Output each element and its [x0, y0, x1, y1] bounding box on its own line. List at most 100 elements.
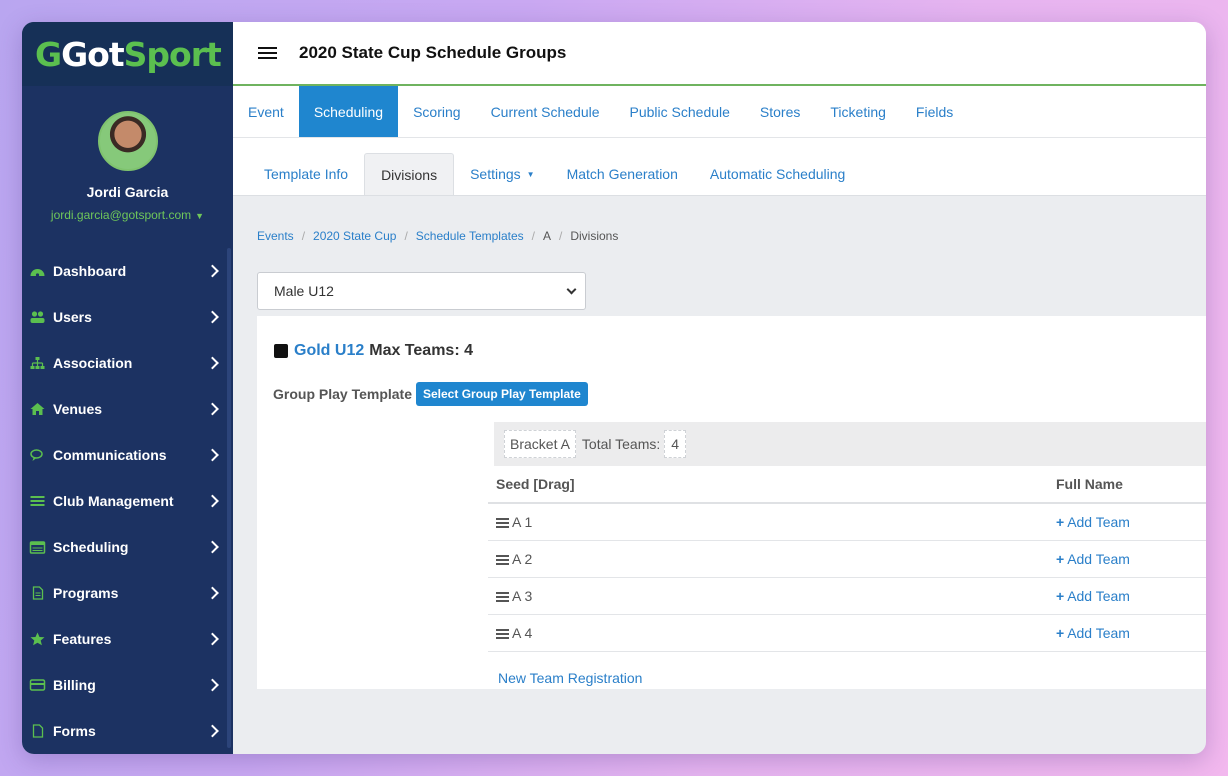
bracket-name[interactable]: Bracket A — [504, 430, 576, 458]
add-team-link[interactable]: + Add Team — [1056, 625, 1130, 641]
drag-handle-icon[interactable] — [496, 518, 509, 529]
sub-tabs: Template Info Divisions Settings ▼ Match … — [233, 138, 1206, 196]
chevron-right-icon — [206, 494, 219, 508]
main-area: 2020 State Cup Schedule Groups Event Sch… — [233, 22, 1206, 754]
division-name-link[interactable]: Gold U12 — [294, 342, 364, 360]
group-play-row: Group Play Template Select Group Play Te… — [273, 382, 588, 406]
group-play-label: Group Play Template — [273, 386, 412, 402]
sidebar-item-label: Scheduling — [53, 539, 129, 555]
sidebar-item-label: Features — [53, 631, 112, 647]
tab-settings-label: Settings — [470, 166, 521, 182]
add-team-link[interactable]: + Add Team — [1056, 588, 1130, 604]
sidebar-item-features[interactable]: Features — [22, 616, 233, 662]
sidebar-item-label: Forms — [53, 723, 96, 739]
gotsport-logo[interactable]: G Got Sport — [35, 34, 222, 74]
sidebar-item-label: Association — [53, 355, 133, 371]
new-team-registration-link[interactable]: New Team Registration — [498, 670, 642, 686]
table-row[interactable]: A 4 + Add Team — [488, 615, 1206, 652]
tab-divisions[interactable]: Divisions — [364, 153, 455, 195]
column-seed: Seed [Drag] — [496, 476, 575, 492]
sidebar-item-dashboard[interactable]: Dashboard — [22, 248, 233, 294]
tab-settings[interactable]: Settings ▼ — [454, 153, 551, 195]
division-select[interactable]: Male U12 — [257, 272, 586, 310]
division-title: Gold U12 Max Teams: 4 — [274, 342, 473, 360]
add-team-link[interactable]: + Add Team — [1056, 514, 1130, 530]
tab-ticketing[interactable]: Ticketing — [815, 86, 901, 137]
main-tabs: Event Scheduling Scoring Current Schedul… — [233, 86, 1206, 138]
tab-fields[interactable]: Fields — [901, 86, 968, 137]
tab-current-schedule[interactable]: Current Schedule — [476, 86, 615, 137]
user-email-dropdown[interactable]: jordi.garcia@gotsport.com ▼ — [22, 208, 233, 222]
logo-g-mark: G — [35, 34, 62, 74]
logo-sport-text: Sport — [123, 34, 222, 74]
document-icon — [32, 724, 44, 738]
chevron-down-icon — [566, 284, 577, 294]
sidebar-item-club-management[interactable]: Club Management — [22, 478, 233, 524]
seed-label: A 3 — [512, 588, 533, 604]
chevron-right-icon — [206, 632, 219, 646]
plus-icon: + — [1056, 625, 1065, 641]
tab-public-schedule[interactable]: Public Schedule — [615, 86, 745, 137]
table-row[interactable]: A 2 + Add Team — [488, 541, 1206, 578]
sidebar-item-association[interactable]: Association — [22, 340, 233, 386]
sidebar-item-billing[interactable]: Billing — [22, 662, 233, 708]
tab-match-generation[interactable]: Match Generation — [551, 153, 694, 195]
seed-table: Seed [Drag] Full Name A 1 + Add Team A 2 … — [488, 466, 1206, 652]
select-group-play-template-button[interactable]: Select Group Play Template — [416, 382, 588, 406]
seed-label: A 1 — [512, 514, 533, 530]
sidebar-item-label: Communications — [53, 447, 167, 463]
credit-card-icon — [29, 679, 46, 691]
seed-label: A 2 — [512, 551, 533, 567]
file-icon — [32, 586, 44, 600]
breadcrumb-events[interactable]: Events — [257, 229, 294, 243]
breadcrumb: Events / 2020 State Cup / Schedule Templat… — [257, 229, 1206, 243]
chevron-right-icon — [206, 264, 219, 278]
breadcrumb-state-cup[interactable]: 2020 State Cup — [313, 229, 396, 243]
tab-template-info[interactable]: Template Info — [248, 153, 364, 195]
avatar[interactable] — [97, 111, 158, 171]
sidebar-item-venues[interactable]: Venues — [22, 386, 233, 432]
table-row[interactable]: A 3 + Add Team — [488, 578, 1206, 615]
app-window: G Got Sport Jordi Garcia jordi.garcia@gots… — [22, 22, 1206, 754]
drag-handle-icon[interactable] — [496, 592, 509, 603]
sidebar-item-label: Club Management — [53, 493, 174, 509]
sidebar-item-scheduling[interactable]: Scheduling — [22, 524, 233, 570]
user-profile: Jordi Garcia jordi.garcia@gotsport.com ▼ — [22, 86, 233, 222]
breadcrumb-separator: / — [559, 229, 563, 243]
breadcrumb-separator: / — [301, 229, 306, 243]
sidebar-item-forms[interactable]: Forms — [22, 708, 233, 754]
breadcrumb-separator: / — [404, 229, 408, 243]
add-team-label: Add Team — [1067, 625, 1130, 641]
sidebar-scrollbar[interactable] — [227, 248, 231, 748]
hamburger-menu-icon[interactable] — [258, 46, 277, 60]
seed-cell: A 3 — [488, 588, 1056, 604]
add-team-label: Add Team — [1067, 514, 1130, 530]
add-team-link[interactable]: + Add Team — [1056, 551, 1130, 567]
table-row[interactable]: A 1 + Add Team — [488, 504, 1206, 541]
division-select-value: Male U12 — [274, 283, 334, 299]
sidebar-item-label: Users — [53, 309, 92, 325]
sitemap-icon — [30, 357, 45, 369]
sidebar-item-label: Billing — [53, 677, 96, 693]
tab-scheduling[interactable]: Scheduling — [298, 86, 399, 137]
chevron-right-icon — [206, 310, 219, 324]
sidebar-item-users[interactable]: Users — [22, 294, 233, 340]
total-teams-value[interactable]: 4 — [664, 430, 687, 458]
sidebar-item-programs[interactable]: Programs — [22, 570, 233, 616]
tab-event[interactable]: Event — [233, 86, 299, 137]
chevron-right-icon — [206, 402, 219, 416]
sidebar-item-label: Venues — [53, 401, 103, 417]
chevron-right-icon — [206, 356, 219, 370]
logo-got-text: Got — [61, 34, 125, 74]
total-teams-label: Total Teams: — [581, 436, 661, 452]
tab-stores[interactable]: Stores — [745, 86, 815, 137]
tab-automatic-scheduling[interactable]: Automatic Scheduling — [694, 153, 861, 195]
drag-handle-icon[interactable] — [496, 629, 509, 640]
drag-handle-icon[interactable] — [496, 555, 509, 566]
tab-scoring[interactable]: Scoring — [398, 86, 475, 137]
caret-down-icon: ▼ — [526, 169, 535, 179]
breadcrumb-schedule-templates[interactable]: Schedule Templates — [416, 229, 524, 243]
content: Events / 2020 State Cup / Schedule Templat… — [233, 229, 1206, 310]
logo-bar: G Got Sport — [22, 22, 233, 86]
sidebar-item-communications[interactable]: Communications — [22, 432, 233, 478]
